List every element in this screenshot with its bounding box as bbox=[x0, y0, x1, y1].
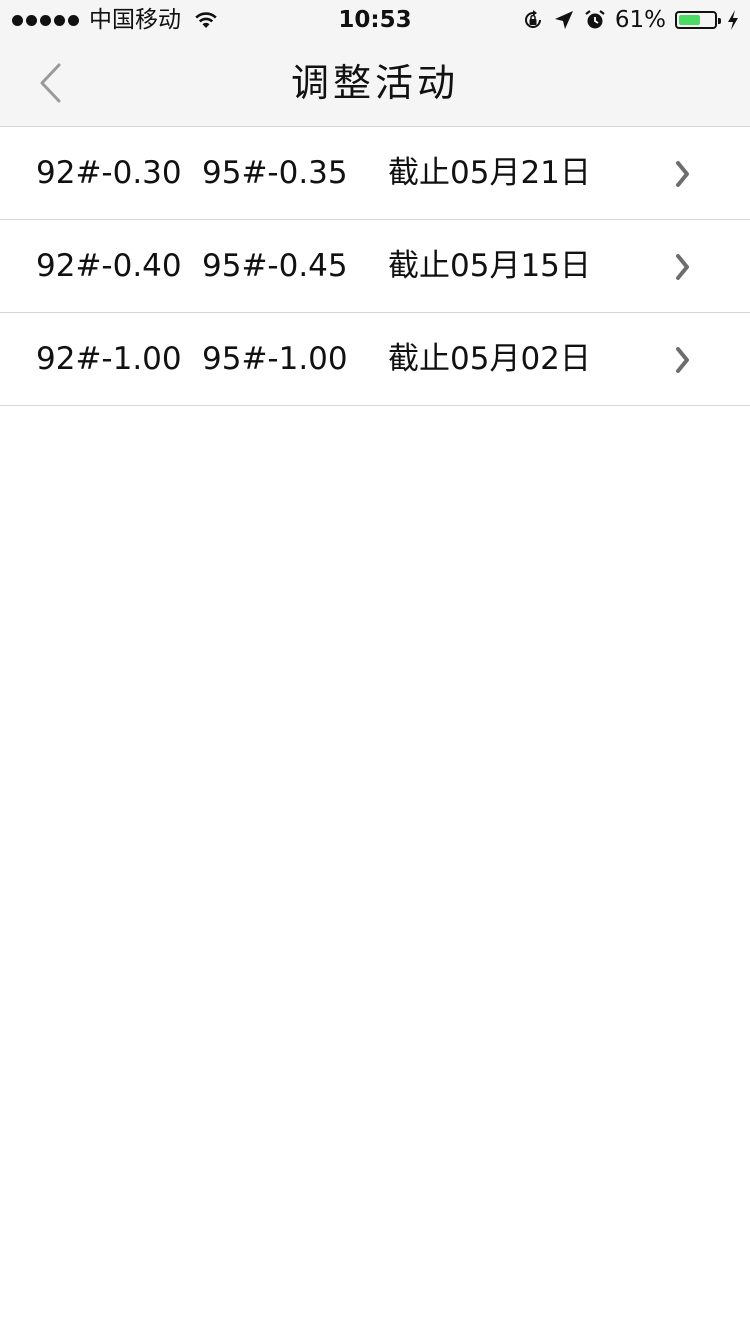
status-bar: 中国移动 10:53 61% bbox=[0, 0, 750, 40]
price-95-adjustment: 95#-1.00 bbox=[202, 341, 348, 377]
back-button[interactable] bbox=[20, 52, 80, 114]
activity-list: 92#-0.30 95#-0.35 截止05月21日 92#-0.40 95#-0.4… bbox=[0, 127, 750, 406]
chevron-right-icon bbox=[676, 347, 689, 373]
page-title: 调整活动 bbox=[290, 61, 459, 105]
price-92-adjustment: 92#-0.40 bbox=[36, 248, 182, 284]
list-item[interactable]: 92#-0.30 95#-0.35 截止05月21日 bbox=[0, 127, 750, 220]
price-92-adjustment: 92#-1.00 bbox=[36, 341, 182, 377]
deadline-date: 截止05月15日 bbox=[388, 248, 591, 284]
chevron-left-icon bbox=[40, 63, 61, 103]
orientation-lock-icon bbox=[524, 10, 541, 28]
battery-level-fill bbox=[679, 15, 700, 25]
location-arrow-icon bbox=[554, 11, 573, 29]
chevron-right-icon bbox=[676, 254, 689, 280]
chevron-right-icon bbox=[676, 161, 689, 187]
charging-bolt-icon bbox=[728, 10, 738, 30]
price-95-adjustment: 95#-0.35 bbox=[202, 155, 348, 191]
status-bar-right: 61% bbox=[522, 0, 740, 40]
battery-percentage: 61% bbox=[614, 7, 666, 33]
deadline-date: 截止05月02日 bbox=[388, 341, 591, 377]
list-item[interactable]: 92#-0.40 95#-0.45 截止05月15日 bbox=[0, 220, 750, 313]
deadline-date: 截止05月21日 bbox=[388, 155, 591, 191]
list-item[interactable]: 92#-1.00 95#-1.00 截止05月02日 bbox=[0, 313, 750, 406]
alarm-icon bbox=[585, 10, 605, 29]
battery-icon bbox=[675, 11, 721, 29]
navigation-bar: 调整活动 bbox=[0, 40, 750, 127]
price-95-adjustment: 95#-0.45 bbox=[202, 248, 348, 284]
price-92-adjustment: 92#-0.30 bbox=[36, 155, 182, 191]
